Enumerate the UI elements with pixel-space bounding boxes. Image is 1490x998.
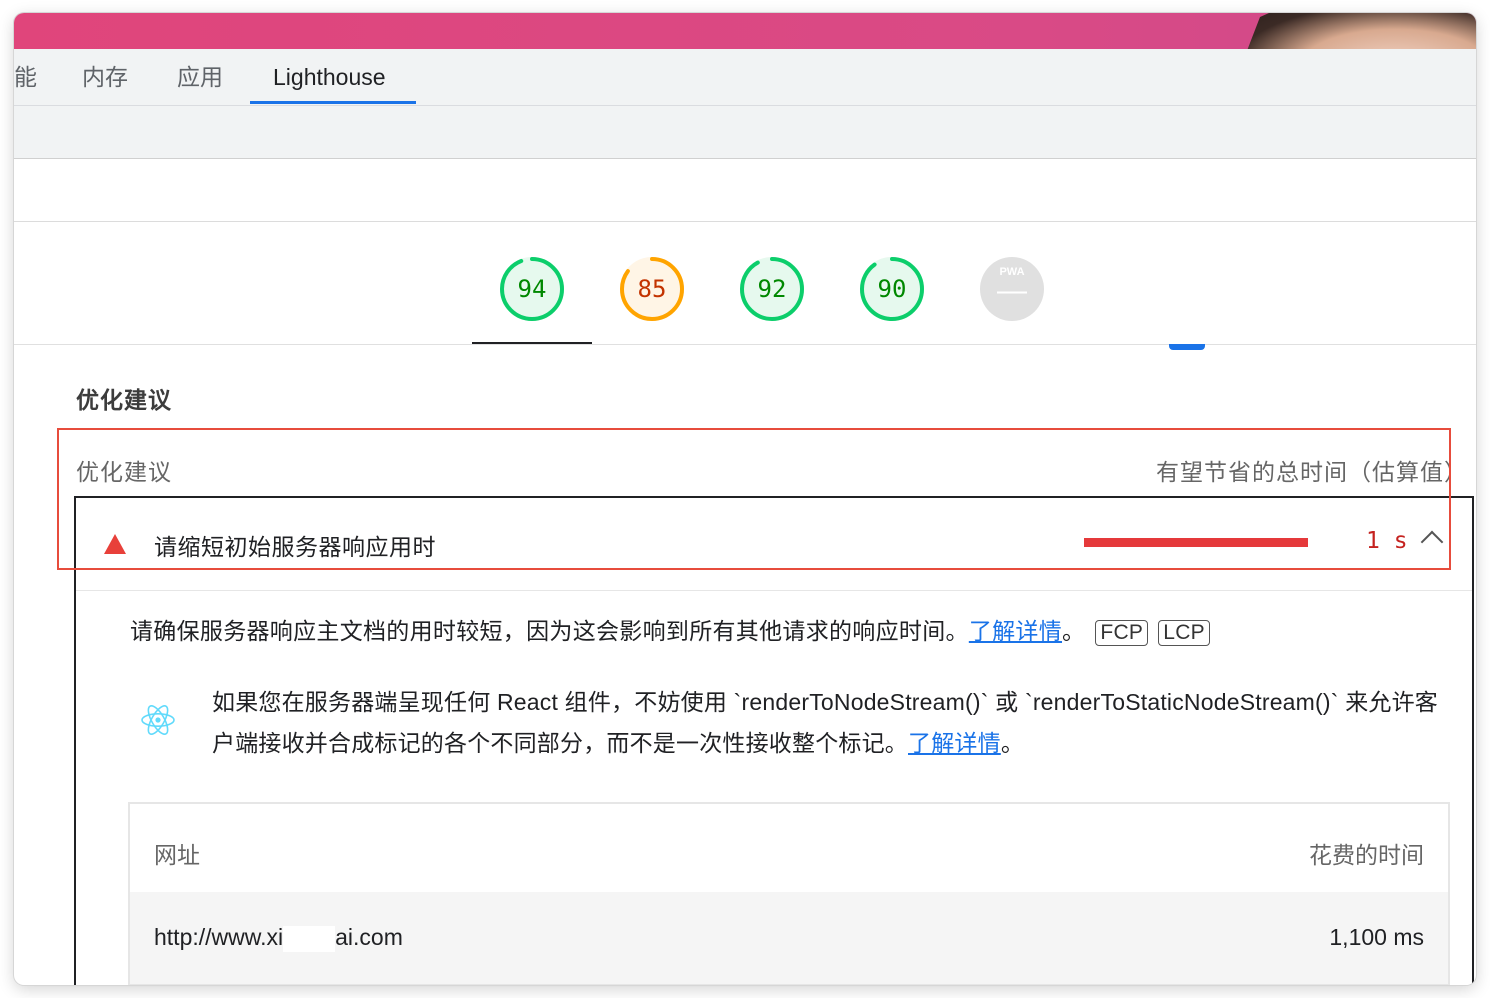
gauge-score: 85 xyxy=(637,275,667,303)
audit-description: 请确保服务器响应主文档的用时较短，因为这会影响到所有其他请求的响应时间。了解详情… xyxy=(130,612,1210,646)
gauge-score: 94 xyxy=(517,275,547,303)
tab-application[interactable]: 应用 xyxy=(177,49,223,105)
table-cell-url[interactable]: http://www.xi ai.com xyxy=(154,924,403,952)
react-tip: 如果您在服务器端呈现任何 React 组件，不妨使用 `renderToNode… xyxy=(212,682,1442,764)
table-row: http://www.xi ai.com 1,100 ms xyxy=(130,892,1448,984)
gauge-accessibility[interactable]: 85 xyxy=(619,256,685,322)
audit-description-period: 。 xyxy=(1062,618,1086,644)
table-header-url: 网址 xyxy=(154,842,200,868)
gauge-score: 92 xyxy=(757,275,787,303)
scroll-marker xyxy=(1169,344,1205,350)
react-tip-period: 。 xyxy=(1000,730,1025,756)
react-icon xyxy=(141,705,175,735)
column-header-opportunity: 优化建议 xyxy=(76,459,172,485)
table-header-time: 花费的时间 xyxy=(1309,842,1424,868)
react-tip-text: 如果您在服务器端呈现任何 React 组件，不妨使用 `renderToNode… xyxy=(212,689,1439,756)
learn-more-link[interactable]: 了解详情 xyxy=(969,618,1062,644)
browser-top-strip xyxy=(14,13,1476,49)
tab-performance[interactable]: 能 xyxy=(14,49,37,105)
background-photo xyxy=(1238,13,1476,49)
metric-tag-fcp[interactable]: FCP xyxy=(1095,620,1149,646)
audit-description-text: 请确保服务器响应主文档的用时较短，因为这会影响到所有其他请求的响应时间。 xyxy=(130,618,969,644)
warning-triangle-icon xyxy=(104,534,126,554)
audit-item: 请缩短初始服务器响应用时 1 s 请确保服务器响应主文档的用时较短，因为这会影响… xyxy=(74,496,1474,985)
report-header-bar xyxy=(14,159,1476,222)
audit-header[interactable]: 请缩短初始服务器响应用时 1 s xyxy=(76,498,1472,591)
tab-memory[interactable]: 内存 xyxy=(82,49,128,105)
lighthouse-toolbar xyxy=(14,106,1476,159)
section-title: 优化建议 xyxy=(76,387,172,413)
react-learn-more-link[interactable]: 了解详情 xyxy=(908,730,1001,756)
url-table: 网址 花费的时间 http://www.xi ai.com 1,100 ms xyxy=(128,802,1450,985)
gauge-performance[interactable]: 94 xyxy=(499,256,565,322)
gauge-pwa[interactable]: PWA — xyxy=(979,256,1045,322)
tab-lighthouse[interactable]: Lighthouse xyxy=(273,49,386,105)
active-tab-indicator xyxy=(250,101,416,104)
gauge-score: 90 xyxy=(877,275,907,303)
metric-tag-lcp[interactable]: LCP xyxy=(1158,620,1210,646)
devtools-tab-bar: 能 内存 应用 Lighthouse xyxy=(14,49,1476,106)
active-gauge-indicator xyxy=(472,342,592,344)
chevron-up-icon[interactable] xyxy=(1420,530,1444,554)
url-start: http://www.xi xyxy=(154,924,284,950)
gauge-seo[interactable]: 90 xyxy=(859,256,925,322)
column-header-savings: 有望节省的总时间（估算值） xyxy=(1156,459,1468,485)
table-cell-time: 1,100 ms xyxy=(1329,924,1424,950)
savings-value: 1 s xyxy=(1366,528,1408,554)
url-end: ai.com xyxy=(335,924,403,950)
savings-bar xyxy=(1084,538,1308,547)
gauge-best-practices[interactable]: 92 xyxy=(739,256,805,322)
pwa-dash-icon: — xyxy=(997,274,1027,307)
redaction-mask xyxy=(283,925,336,952)
audit-title: 请缩短初始服务器响应用时 xyxy=(154,534,436,560)
devtools-window: 能 内存 应用 Lighthouse 94 85 92 90 PWA — 优化建… xyxy=(14,13,1476,985)
score-gauges: 94 85 92 90 PWA — xyxy=(14,222,1476,350)
